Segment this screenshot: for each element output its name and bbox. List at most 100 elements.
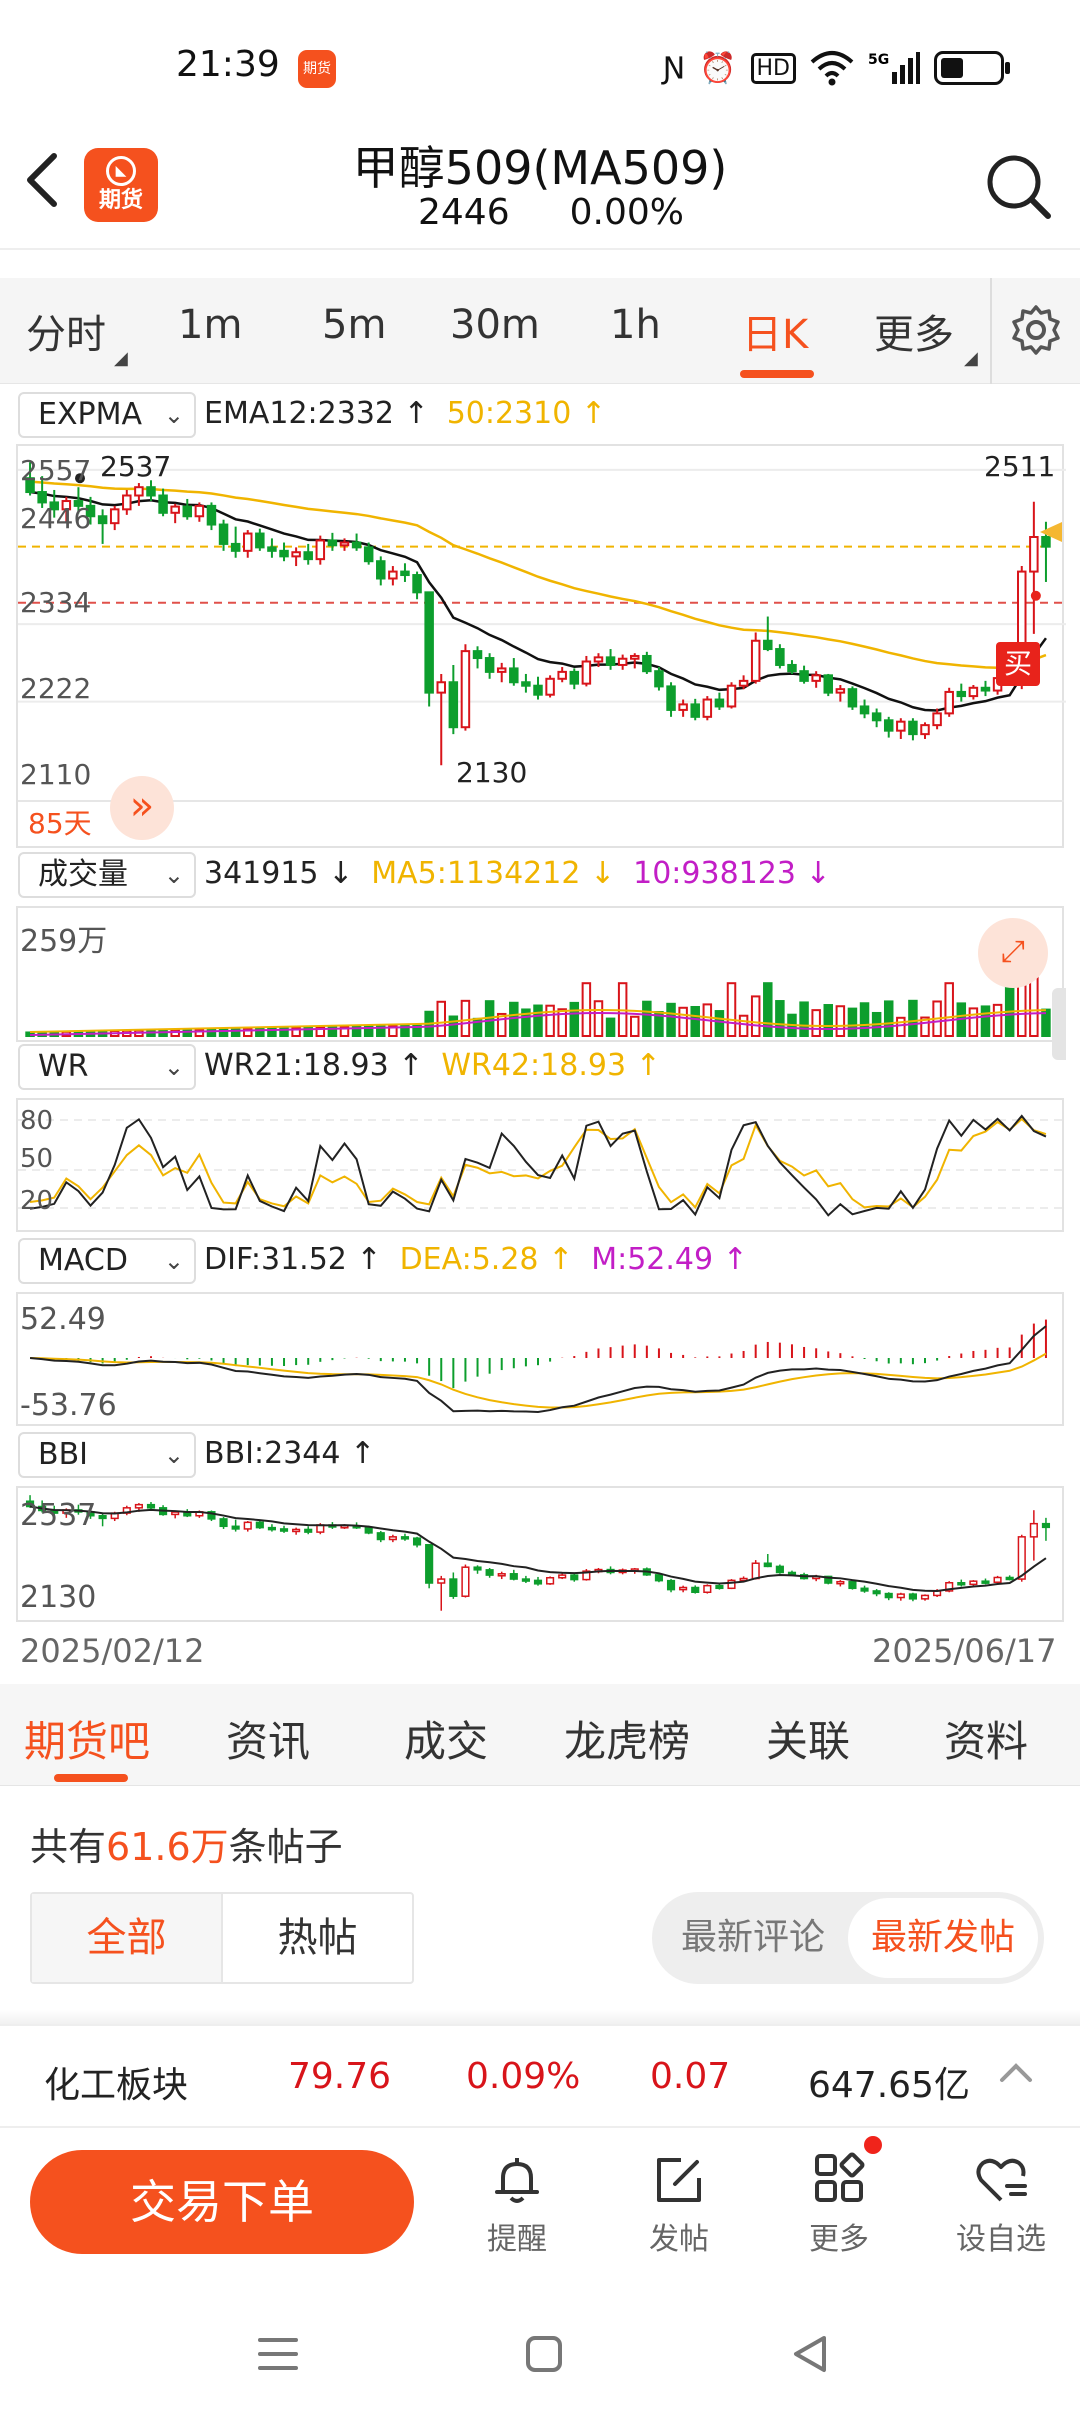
candle-body <box>122 494 132 511</box>
candle-body <box>908 1593 917 1600</box>
wr-indicator-selector[interactable]: WR ⌄ <box>18 1044 196 1090</box>
search-button[interactable] <box>984 152 1054 222</box>
tab-profile[interactable]: 资料 <box>944 1708 1028 1769</box>
candle <box>787 660 797 674</box>
candle-body <box>787 663 797 673</box>
period-tab-1m[interactable]: 1m <box>178 302 242 348</box>
candle-body <box>364 1526 373 1534</box>
main-indicator-selector[interactable]: EXPMA ⌄ <box>18 392 196 438</box>
buy-signal-badge[interactable]: 买 <box>996 642 1040 686</box>
candle <box>291 547 301 567</box>
candle-body <box>1029 536 1039 573</box>
period-tab-intraday[interactable]: 分时 <box>26 302 106 360</box>
filter-all-button[interactable]: 全部 <box>32 1894 221 1982</box>
sort-latest-post[interactable]: 最新发帖 <box>848 1898 1038 1978</box>
bbi-candle <box>400 1533 410 1541</box>
macd-indicator-selector[interactable]: MACD ⌄ <box>18 1238 196 1284</box>
bbi-candle <box>570 1573 579 1582</box>
candle-body <box>424 591 434 694</box>
trade-order-button[interactable]: 交易下单 <box>30 2150 414 2254</box>
candle <box>496 662 507 683</box>
candle-body <box>255 532 265 549</box>
menu-icon[interactable] <box>256 2334 300 2374</box>
period-tab-5m[interactable]: 5m <box>322 302 386 348</box>
sort-latest-comment[interactable]: 最新评论 <box>658 1898 848 1978</box>
expand-chart-button[interactable]: » <box>110 776 174 840</box>
candle <box>146 480 156 502</box>
period-tab-daily[interactable]: 日K <box>742 302 808 360</box>
nav-add-watchlist[interactable]: 设自选 <box>946 2152 1056 2258</box>
volume-bar <box>726 982 737 1037</box>
bbi-candle <box>437 1575 446 1611</box>
sector-bar[interactable]: 化工板块 79.76 0.09% 0.07 647.65亿 <box>0 2024 1080 2128</box>
candle-body <box>400 1536 410 1540</box>
indicator-name: 成交量 <box>38 857 128 892</box>
bbi-candle <box>1041 1517 1051 1541</box>
candle <box>823 673 834 697</box>
volume-indicator-selector[interactable]: 成交量 ⌄ <box>18 852 196 898</box>
tab-futures-forum[interactable]: 期货吧 <box>24 1708 150 1769</box>
chevron-up-icon[interactable] <box>998 2060 1034 2084</box>
kline-chart[interactable] <box>18 446 1066 846</box>
kline-panel[interactable]: 2557 2446 2334 2222 2110 2537 2511 2130 … <box>16 444 1066 848</box>
candle <box>97 509 108 544</box>
candle <box>521 673 531 693</box>
fullscreen-button[interactable]: ⤢ <box>978 918 1048 988</box>
volume-bar <box>460 999 471 1037</box>
candle-body <box>170 505 180 514</box>
candle-body <box>388 1536 397 1541</box>
indicator-name: WR <box>38 1049 89 1084</box>
volume-panel: 259万 ⤢ <box>16 906 1066 1060</box>
volume-bar <box>436 1000 446 1037</box>
candle-body <box>847 688 858 708</box>
bottom-action-bar: 交易下单 提醒 发帖 更多 设自选 <box>0 2130 1080 2290</box>
candle <box>617 654 628 670</box>
tab-news[interactable]: 资讯 <box>226 1708 310 1769</box>
candle <box>315 535 326 565</box>
tab-related[interactable]: 关联 <box>766 1708 850 1769</box>
candle-body <box>194 504 205 518</box>
bbi-indicator-selector[interactable]: BBI ⌄ <box>18 1432 196 1478</box>
period-tab-1h[interactable]: 1h <box>610 302 661 348</box>
gear-icon <box>1012 305 1060 355</box>
candle <box>158 488 168 517</box>
period-tab-30m[interactable]: 30m <box>450 302 540 348</box>
volume-bar <box>1004 982 1015 1037</box>
bbi-candle <box>98 1513 107 1527</box>
nfc-icon: Ɲ <box>662 50 686 86</box>
bbi-candle <box>558 1573 567 1580</box>
candle-body <box>1005 1576 1014 1581</box>
nav-more[interactable]: 更多 <box>784 2152 894 2258</box>
nav-post[interactable]: 发帖 <box>624 2152 734 2258</box>
tab-trades[interactable]: 成交 <box>404 1708 488 1769</box>
period-tab-more[interactable]: 更多 <box>874 302 954 360</box>
content-tabs: 期货吧 资讯 成交 龙虎榜 关联 资料 <box>0 1684 1080 1786</box>
bbi-candle <box>763 1554 772 1568</box>
bbi-candle <box>860 1585 869 1593</box>
candle-body <box>969 1580 978 1586</box>
candle-body <box>896 1593 905 1599</box>
candle-body <box>472 650 483 660</box>
status-bar: 21:39 期货 Ɲ ⏰ HD 5G <box>0 0 1080 140</box>
bbi-candle <box>836 1580 845 1587</box>
side-drawer-handle[interactable] <box>1052 988 1066 1060</box>
bbi-candle <box>1029 1510 1038 1561</box>
home-icon[interactable] <box>524 2334 564 2374</box>
filter-hot-button[interactable]: 热帖 <box>221 1894 412 1982</box>
candle-body <box>1029 1522 1038 1538</box>
divider <box>990 278 992 384</box>
candle-body <box>291 551 301 558</box>
candle-body <box>315 539 326 561</box>
days-label: 85天 <box>28 807 92 840</box>
sort-toggle: 最新评论 最新发帖 <box>652 1892 1044 1984</box>
candle-body <box>485 1569 494 1576</box>
bbi-value: BBI:2344 ↑ <box>204 1436 376 1471</box>
sector-price: 79.76 <box>288 2056 392 2097</box>
bbi-candle <box>146 1502 156 1510</box>
edit-icon <box>657 2158 701 2202</box>
tab-dragon-tiger[interactable]: 龙虎榜 <box>564 1708 690 1769</box>
chart-settings-button[interactable] <box>1010 304 1062 356</box>
nav-reminder[interactable]: 提醒 <box>462 2152 572 2258</box>
back-nav-icon[interactable] <box>790 2332 830 2376</box>
candle-body <box>400 570 410 577</box>
